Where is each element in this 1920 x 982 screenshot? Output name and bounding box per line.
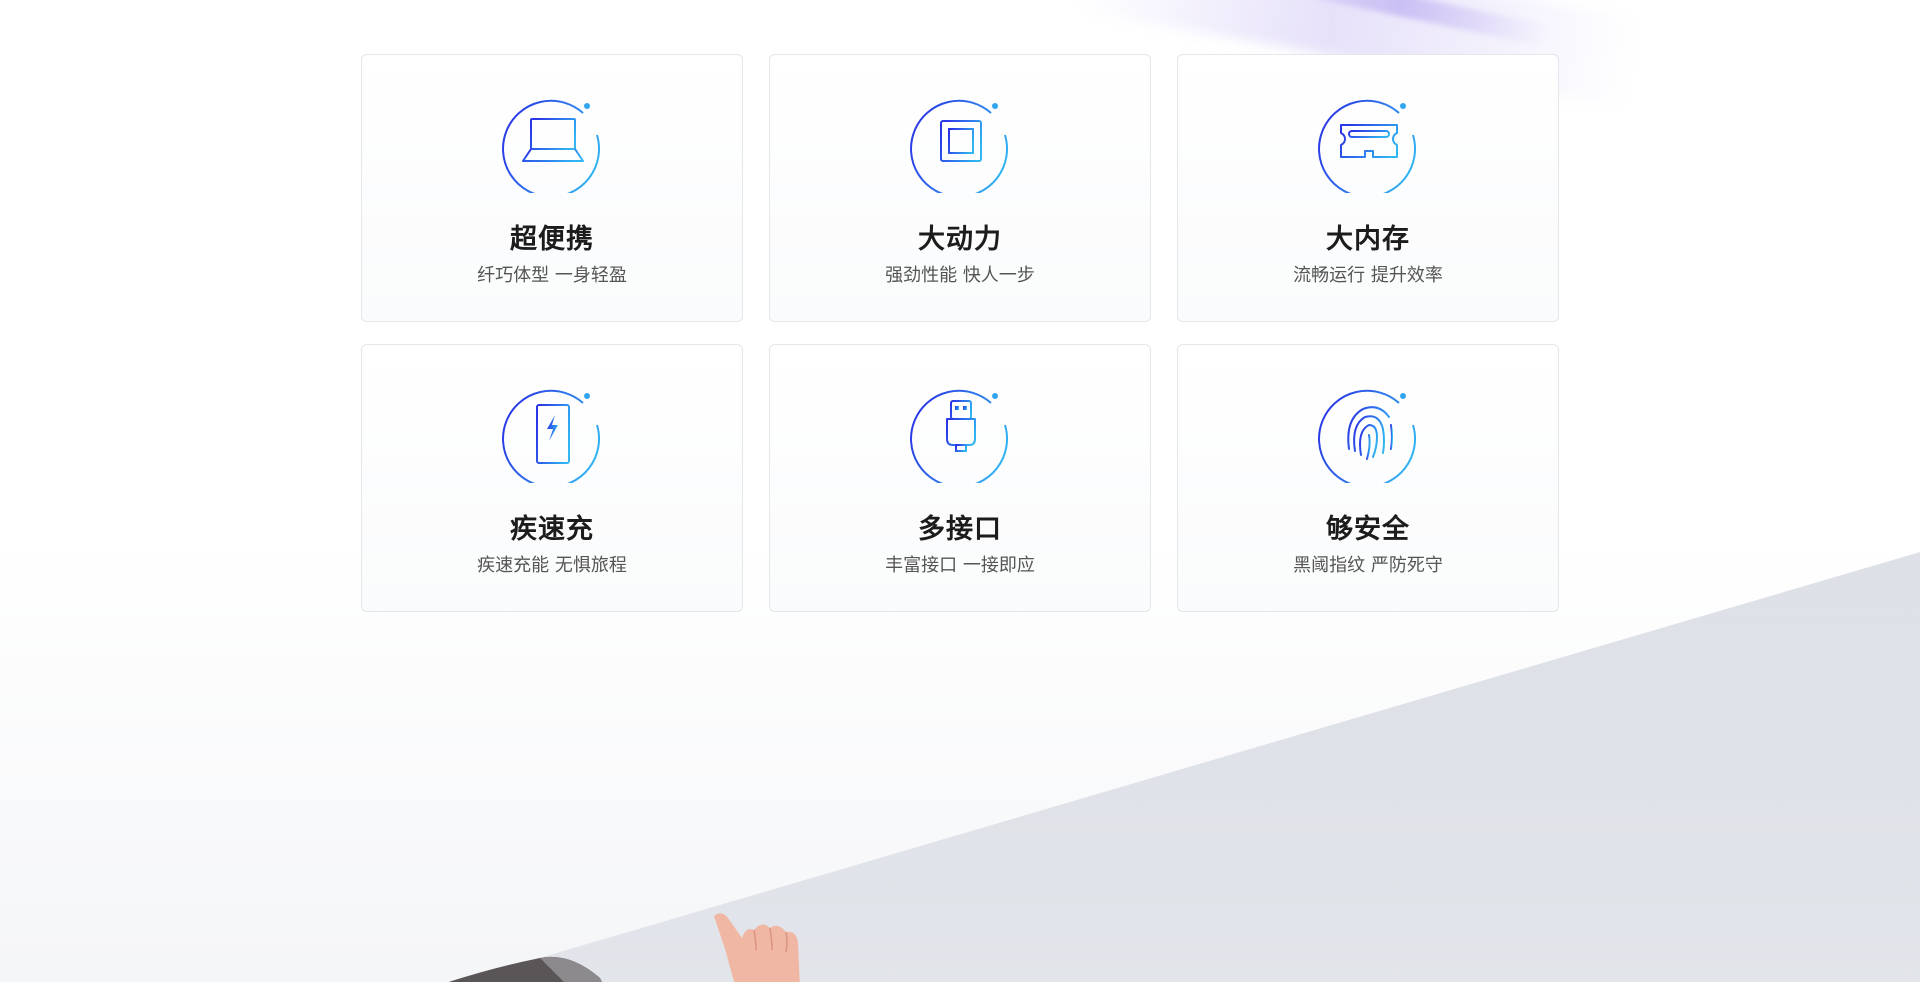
feature-section: 超便携 纤巧体型 一身轻盈 大动力 强劲性能 快人一步 大内存 流畅运行 提升效… bbox=[0, 0, 1920, 982]
fingerprint-icon bbox=[1317, 379, 1421, 483]
feature-title: 超便携 bbox=[510, 224, 594, 255]
feature-title: 多接口 bbox=[918, 514, 1002, 545]
feature-card-portable: 超便携 纤巧体型 一身轻盈 bbox=[361, 54, 743, 322]
usb-plug-icon bbox=[909, 379, 1013, 483]
feature-title: 大内存 bbox=[1326, 224, 1410, 255]
feature-card-security: 够安全 黑阈指纹 严防死守 bbox=[1177, 344, 1559, 612]
feature-title: 够安全 bbox=[1326, 514, 1410, 545]
feature-subtitle: 黑阈指纹 严防死守 bbox=[1293, 555, 1443, 576]
battery-charging-icon bbox=[501, 379, 605, 483]
feature-subtitle: 疾速充能 无惧旅程 bbox=[477, 555, 627, 576]
feature-title: 疾速充 bbox=[510, 514, 594, 545]
cpu-chip-icon bbox=[909, 89, 1013, 193]
feature-subtitle: 丰富接口 一接即应 bbox=[885, 555, 1035, 576]
laptop-icon bbox=[501, 89, 605, 193]
hand-image bbox=[714, 913, 800, 982]
feature-card-power: 大动力 强劲性能 快人一步 bbox=[769, 54, 1151, 322]
feature-card-charging: 疾速充 疾速充能 无惧旅程 bbox=[361, 344, 743, 612]
feature-card-ports: 多接口 丰富接口 一接即应 bbox=[769, 344, 1151, 612]
person-shoulder-image bbox=[448, 956, 602, 982]
feature-subtitle: 流畅运行 提升效率 bbox=[1293, 265, 1443, 286]
feature-card-memory: 大内存 流畅运行 提升效率 bbox=[1177, 54, 1559, 322]
feature-subtitle: 纤巧体型 一身轻盈 bbox=[477, 265, 627, 286]
feature-subtitle: 强劲性能 快人一步 bbox=[885, 265, 1035, 286]
feature-title: 大动力 bbox=[918, 224, 1002, 255]
memory-module-icon bbox=[1317, 89, 1421, 193]
